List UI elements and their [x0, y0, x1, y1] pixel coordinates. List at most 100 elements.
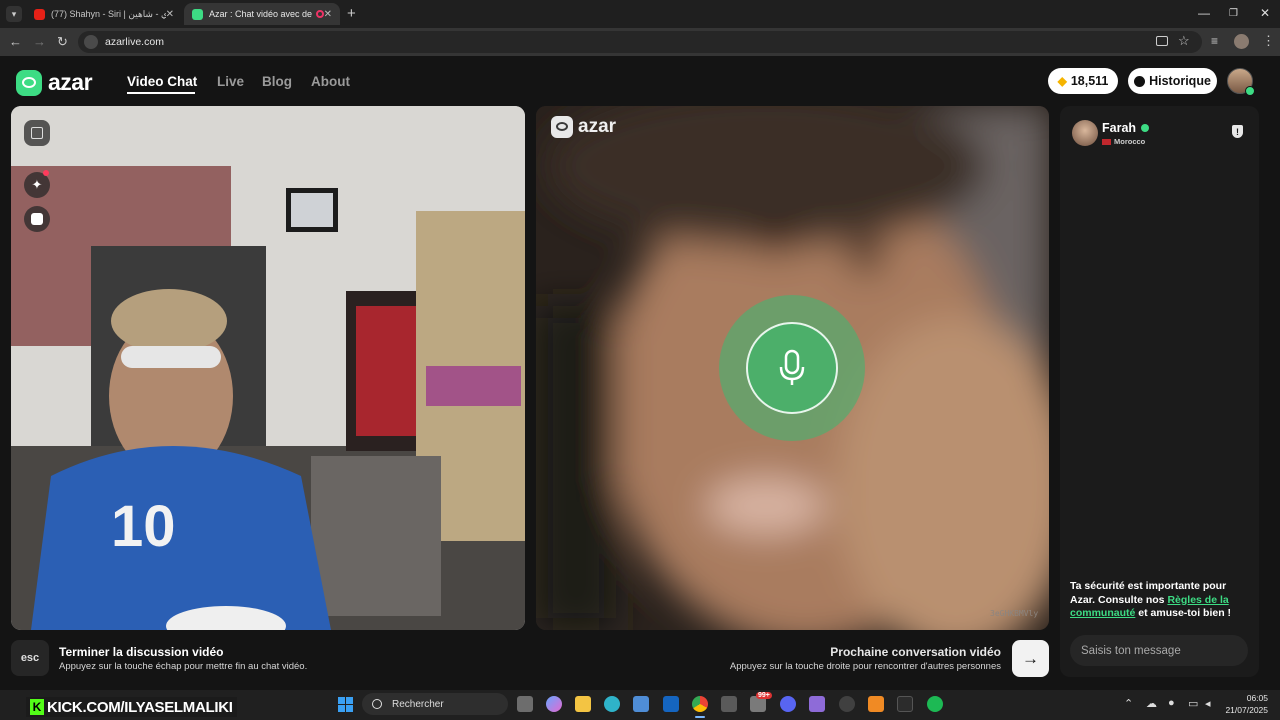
esc-key-button[interactable]: esc — [11, 640, 49, 676]
profile-avatar-icon[interactable] — [1234, 34, 1249, 49]
kick-logo-icon: K — [30, 699, 44, 715]
remote-azar-logo: azar — [551, 116, 616, 138]
effects-notification-dot — [43, 170, 49, 176]
clock-date[interactable]: 21/07/2025 — [1218, 705, 1268, 715]
nav-live[interactable]: Live — [217, 74, 244, 89]
discord-icon[interactable] — [780, 696, 796, 712]
stream-banner-text: KICK.COM/ILYASELMALIKI — [47, 698, 233, 716]
copilot-icon[interactable] — [546, 696, 562, 712]
task-view-icon[interactable] — [517, 696, 533, 712]
media-controls-icon[interactable]: ≡ — [1211, 34, 1218, 48]
next-chat-button[interactable]: → — [1012, 640, 1049, 677]
restore-icon[interactable]: ❐ — [1229, 8, 1238, 19]
partner-avatar[interactable] — [1072, 120, 1098, 146]
sticker-button[interactable] — [24, 206, 50, 232]
azar-logo[interactable]: azar — [16, 69, 93, 96]
search-icon — [372, 699, 382, 709]
mic-button[interactable] — [746, 322, 838, 414]
message-input[interactable] — [1070, 635, 1248, 666]
close-icon[interactable]: ✕ — [166, 9, 174, 20]
recording-icon — [315, 10, 324, 18]
close-icon[interactable]: ✕ — [324, 9, 332, 20]
back-icon[interactable]: ← — [9, 34, 22, 49]
azar-favicon-icon — [192, 8, 203, 20]
microphone-icon — [779, 349, 805, 385]
tray-display-icon[interactable]: ▭ — [1188, 697, 1198, 710]
install-app-icon[interactable] — [1156, 36, 1168, 46]
file-explorer-icon[interactable] — [575, 696, 591, 712]
obs-icon[interactable] — [839, 696, 855, 712]
sparkle-icon: ✦ — [31, 177, 43, 192]
end-chat-title: Terminer la discussion vidéo — [59, 645, 224, 659]
nav-video-chat[interactable]: Video Chat — [127, 74, 197, 89]
app-dark-icon[interactable] — [897, 696, 913, 712]
tray-chevron-icon[interactable]: ⌃ — [1124, 697, 1133, 710]
browser-menu-icon[interactable]: ⋮ — [1262, 33, 1275, 49]
clock-icon — [1134, 75, 1146, 87]
tray-network-icon[interactable]: ☁ — [1146, 697, 1157, 710]
partner-name: Farah — [1102, 121, 1137, 135]
stream-banner: K KICK.COM/ILYASELMALIKI — [26, 697, 237, 717]
history-label: Historique — [1149, 74, 1211, 88]
close-window-icon[interactable]: ✕ — [1260, 6, 1270, 20]
verified-icon — [1141, 124, 1149, 132]
nav-blog[interactable]: Blog — [262, 74, 292, 89]
search-label: Rechercher — [392, 698, 444, 710]
minimize-video-button[interactable] — [24, 120, 50, 146]
address-bar[interactable] — [78, 31, 1202, 53]
nav-active-underline — [127, 92, 195, 94]
report-shield-icon[interactable]: ! — [1232, 125, 1243, 138]
new-tab-button[interactable]: + — [347, 5, 356, 22]
partner-country: Morocco — [1114, 137, 1146, 146]
smiley-icon — [31, 213, 43, 225]
remote-logo-text: azar — [578, 116, 617, 137]
azar-logo-icon — [551, 116, 573, 138]
end-chat-description: Appuyez sur la touche échap pour mettre … — [59, 661, 308, 672]
chevron-down-icon: ▾ — [11, 8, 17, 19]
gems-button[interactable]: ◆ 18,511 — [1048, 68, 1118, 94]
safety-text-end: et amuse-toi bien ! — [1135, 607, 1232, 619]
reload-icon[interactable]: ↻ — [57, 34, 68, 50]
store-icon[interactable] — [633, 696, 649, 712]
chrome-icon[interactable] — [692, 696, 708, 712]
tab-title: (77) Shahyn - Siri | سيري - شاهين — [51, 8, 166, 19]
next-chat-description: Appuyez sur la touche droite pour rencon… — [729, 661, 1001, 672]
notification-badge: 99+ — [756, 692, 772, 699]
online-status-icon — [1245, 86, 1255, 96]
outlook-icon[interactable] — [663, 696, 679, 712]
morocco-flag-icon — [1102, 139, 1111, 145]
clock-time[interactable]: 06:05 — [1226, 693, 1268, 703]
bookmark-star-icon[interactable]: ☆ — [1178, 33, 1190, 49]
youtube-icon — [34, 8, 45, 20]
tab-title: Azar : Chat vidéo avec de n — [209, 9, 312, 19]
next-chat-title: Prochaine conversation vidéo — [830, 645, 1001, 659]
arrow-right-icon: → — [1022, 648, 1039, 668]
forward-icon[interactable]: → — [33, 34, 46, 49]
capture-icon[interactable] — [721, 696, 737, 712]
tab-search-button[interactable]: ▾ — [6, 6, 22, 22]
logo-text: azar — [48, 69, 93, 95]
tab-azar[interactable]: Azar : Chat vidéo avec de n ✕ — [184, 3, 340, 25]
local-video-feed: 10 — [11, 106, 525, 630]
collapse-icon — [31, 127, 43, 139]
app-orange-icon[interactable] — [868, 696, 884, 712]
safety-notice: Ta sécurité est importante pour Azar. Co… — [1070, 580, 1248, 621]
tray-mic-icon[interactable]: ● — [1168, 697, 1175, 709]
edge-icon[interactable] — [604, 696, 620, 712]
tray-volume-icon[interactable]: ◂ — [1205, 697, 1211, 710]
url-text[interactable]: azarlive.com — [105, 36, 164, 48]
windows-start-icon[interactable] — [338, 697, 353, 712]
spotify-icon[interactable] — [927, 696, 943, 712]
tab-youtube[interactable]: (77) Shahyn - Siri | سيري - شاهين ✕ — [26, 3, 182, 25]
history-button[interactable]: Historique — [1128, 68, 1217, 94]
taskbar-search[interactable]: Rechercher — [362, 693, 508, 715]
game-icon[interactable] — [809, 696, 825, 712]
gem-icon: ◆ — [1057, 74, 1067, 88]
minimize-icon[interactable]: — — [1198, 6, 1210, 20]
svg-text:10: 10 — [111, 494, 176, 559]
chrome-active-indicator — [695, 716, 705, 718]
nav-about[interactable]: About — [311, 74, 350, 89]
site-info-icon[interactable] — [84, 35, 98, 49]
azar-logo-icon — [16, 69, 42, 96]
video-watermark: 3eGHKBMVly — [990, 609, 1039, 618]
